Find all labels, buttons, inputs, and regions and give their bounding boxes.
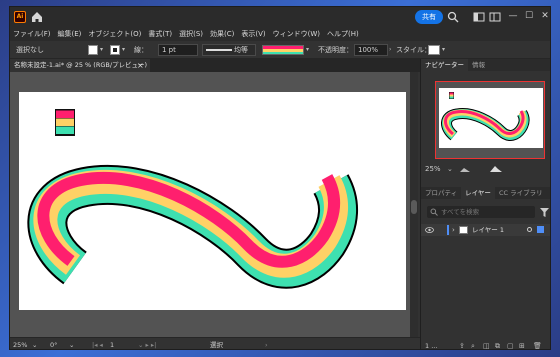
right-panel: ナビゲーター 情報 25% ⌄ プロパティ レイヤー CC ライブラリ すべてを…	[420, 59, 550, 350]
zoom-in-icon[interactable]	[489, 164, 503, 173]
navigator-zoom-field[interactable]: 25%	[425, 163, 441, 175]
target-icon[interactable]	[527, 227, 532, 232]
scroll-right-icon[interactable]: ›	[265, 340, 268, 349]
close-icon[interactable]: ×	[137, 59, 144, 72]
title-bar: Ai 共有 — ☐ ✕	[10, 7, 550, 27]
eye-icon[interactable]	[425, 227, 434, 233]
status-bar: 25% ⌄ 0° ⌄ |◂ ◂ 1 ⌄ ▸ ▸| 選択 ›	[10, 337, 420, 349]
layers-tabs: プロパティ レイヤー CC ライブラリ	[421, 187, 550, 199]
filter-icon[interactable]	[540, 208, 549, 217]
layer-search-box[interactable]	[427, 206, 535, 218]
tab-layers[interactable]: レイヤー	[461, 187, 495, 199]
search-icon	[430, 208, 438, 216]
tab-cc-libraries[interactable]: CC ライブラリ	[495, 187, 547, 199]
tab-properties[interactable]: プロパティ	[421, 187, 461, 199]
menu-window[interactable]: ウィンドウ(W)	[273, 29, 320, 39]
style-label: スタイル：	[396, 46, 431, 54]
chevron-down-icon[interactable]: ▾	[122, 45, 130, 55]
document-tab[interactable]: 名称未設定-1.ai* @ 25 % (RGB/プレビュー)	[10, 59, 150, 72]
current-tool: 選択	[210, 341, 223, 349]
export-icon[interactable]: ⇪	[459, 341, 465, 349]
menu-file[interactable]: ファイル(F)	[13, 29, 51, 39]
vertical-scrollbar[interactable]	[410, 72, 418, 338]
zoom-out-icon[interactable]	[459, 165, 471, 173]
striped-wave-path[interactable]	[19, 92, 406, 310]
arrange-icon[interactable]	[473, 11, 485, 23]
illustrator-window: Ai 共有 — ☐ ✕ ファイル(F) 編集(E) オブジェクト(O) 書式(T…	[9, 6, 551, 350]
selection-status: 選択なし	[16, 46, 44, 54]
scroll-thumb[interactable]	[411, 200, 417, 214]
find-icon[interactable]: ⌕	[471, 341, 475, 349]
tab-navigator[interactable]: ナビゲーター	[421, 59, 468, 71]
menu-edit[interactable]: 編集(E)	[58, 29, 82, 39]
layers-panel-footer: 1 ... ⇪ ⌕ ◫ ⧉ ▢ ⊞ 🗑	[421, 341, 550, 350]
stroke-weight-field[interactable]: 1 pt	[158, 44, 198, 56]
chevron-down-icon[interactable]: ⌄	[32, 340, 37, 349]
maximize-button[interactable]: ☐	[521, 9, 537, 23]
layer-search-input[interactable]	[441, 207, 531, 217]
panel-icon[interactable]	[489, 11, 501, 23]
new-layer-icon[interactable]: ⊞	[519, 341, 525, 349]
stroke-swatch[interactable]	[110, 45, 120, 55]
menu-bar: ファイル(F) 編集(E) オブジェクト(O) 書式(T) 選択(S) 効果(C…	[10, 27, 550, 41]
tab-info[interactable]: 情報	[468, 59, 489, 71]
artboard-number[interactable]: 1	[110, 340, 114, 349]
layer-thumbnail	[459, 226, 468, 234]
collect-icon[interactable]: ▢	[507, 341, 514, 349]
chevron-down-icon[interactable]: ▾	[306, 45, 314, 55]
new-sublayer-icon[interactable]: ⧉	[495, 341, 500, 349]
artboard[interactable]	[19, 92, 406, 310]
fill-swatch[interactable]	[88, 45, 98, 55]
chevron-down-icon[interactable]: ⌄	[447, 163, 453, 175]
menu-help[interactable]: ヘルプ(H)	[327, 29, 359, 39]
menu-effect[interactable]: 効果(C)	[210, 29, 234, 39]
prev-artboard-icon[interactable]: |◂ ◂	[92, 340, 103, 349]
minimize-button[interactable]: —	[505, 9, 521, 23]
selection-indicator-icon[interactable]	[537, 226, 544, 233]
document-tab-bar: 名称未設定-1.ai* @ 25 % (RGB/プレビュー) ×	[10, 59, 420, 72]
chevron-down-icon[interactable]: ▾	[100, 45, 108, 55]
menu-object[interactable]: オブジェクト(O)	[88, 29, 141, 39]
rotation-select[interactable]: 0°	[50, 340, 57, 349]
opacity-field[interactable]: 100%	[354, 44, 388, 56]
menu-view[interactable]: 表示(V)	[241, 29, 265, 39]
navigator-view-box[interactable]	[435, 81, 545, 159]
stroke-profile-label: 均等	[234, 46, 248, 54]
stroke-profile-select[interactable]: 均等	[202, 44, 256, 56]
navigator-zoom-row: 25% ⌄	[425, 163, 549, 175]
search-icon[interactable]	[447, 11, 459, 23]
brush-definition-select[interactable]	[262, 45, 304, 55]
layer-count: 1 ...	[425, 342, 438, 350]
trash-icon[interactable]: 🗑	[533, 341, 542, 349]
share-button[interactable]: 共有	[415, 10, 443, 24]
graphic-style-swatch[interactable]	[428, 45, 440, 55]
home-icon[interactable]	[30, 10, 44, 24]
chevron-right-icon[interactable]: ›	[452, 224, 455, 236]
clip-mask-icon[interactable]: ◫	[483, 341, 490, 349]
chevron-down-icon[interactable]: ⌄	[69, 340, 74, 349]
next-artboard-icon[interactable]: ⌄ ▸ ▸|	[138, 340, 156, 349]
menu-type[interactable]: 書式(T)	[148, 29, 172, 39]
control-bar: 選択なし ▾ ▾ 線： 1 pt 均等 ▾ 不透明度： 100% › スタイル：…	[10, 41, 550, 59]
stroke-label: 線：	[134, 46, 148, 54]
navigator-tabs: ナビゲーター 情報	[421, 59, 550, 71]
app-logo: Ai	[14, 11, 26, 23]
canvas-area[interactable]	[10, 72, 416, 338]
layer-row[interactable]: › レイヤー 1	[421, 224, 550, 236]
zoom-select[interactable]: 25%	[13, 340, 27, 349]
document-tab-title: 名称未設定-1.ai* @ 25 % (RGB/プレビュー)	[14, 61, 148, 69]
layer-color-bar	[447, 225, 449, 235]
chevron-down-icon[interactable]: ▾	[442, 45, 450, 55]
menu-select[interactable]: 選択(S)	[179, 29, 203, 39]
layer-name[interactable]: レイヤー 1	[472, 224, 504, 236]
close-button[interactable]: ✕	[537, 9, 550, 23]
opacity-label[interactable]: 不透明度：	[318, 44, 353, 56]
